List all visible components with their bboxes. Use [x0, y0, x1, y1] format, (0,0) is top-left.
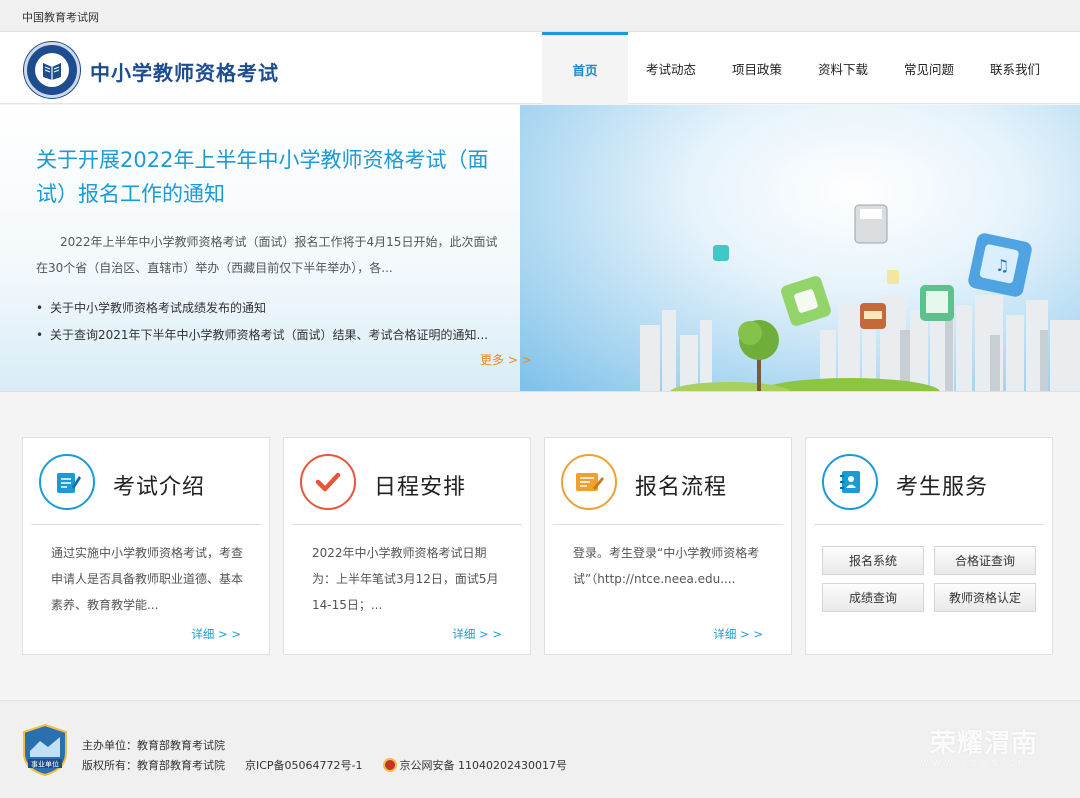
divider: [292, 524, 522, 525]
top-bar: 中国教育考试网: [0, 0, 1080, 32]
card-exam-intro: 考试介绍 通过实施中小学教师资格考试，考查申请人是否具备教师职业道德、基本素养、…: [22, 437, 270, 655]
service-buttons: 报名系统 合格证查询 成绩查询 教师资格认定: [822, 546, 1036, 612]
feature-cards: 考试介绍 通过实施中小学教师资格考试，考查申请人是否具备教师职业道德、基本素养、…: [22, 437, 1053, 655]
site-name[interactable]: 中国教育考试网: [22, 11, 99, 24]
card-registration-process: 报名流程 登录。考生登录“中小学教师资格考试”（http://ntce.neea…: [544, 437, 792, 655]
police-record-text: 京公网安备 11040202430017号: [399, 759, 567, 772]
card-icon-wrap: [39, 454, 95, 510]
footer: 事业单位 主办单位：教育部教育考试院 版权所有：教育部教育考试院 京ICP备05…: [0, 700, 1080, 798]
badge-label: 事业单位: [31, 760, 59, 769]
card-text: 登录。考生登录“中小学教师资格考试”（http://ntce.neea.edu.…: [573, 546, 760, 586]
watermark-logo: 荣耀渭南: [929, 729, 1038, 759]
logo-emblem[interactable]: [24, 42, 80, 98]
sponsor-text: 主办单位：教育部教育考试院: [82, 739, 225, 752]
checkmark-icon: [315, 472, 341, 492]
details-link[interactable]: 详细 > >: [191, 626, 241, 642]
nav-contact[interactable]: 联系我们: [972, 32, 1058, 104]
headline-summary: 2022年上半年中小学教师资格考试（面试）报名工作将于4月15日开始，此次面试在…: [36, 235, 498, 275]
divider: [814, 524, 1044, 525]
contact-book-icon: [840, 471, 860, 493]
card-icon-wrap: [822, 454, 878, 510]
document-edit-icon: [57, 473, 81, 493]
nav-downloads[interactable]: 资料下载: [800, 32, 886, 104]
card-title[interactable]: 考试介绍: [113, 469, 205, 501]
public-institution-badge-icon[interactable]: 事业单位: [22, 723, 68, 777]
details-link[interactable]: 详细 > >: [713, 626, 763, 642]
card-icon-wrap: [300, 454, 356, 510]
card-title[interactable]: 日程安排: [374, 469, 466, 501]
main-nav: 首页 考试动态 项目政策 资料下载 常见问题 联系我们: [542, 32, 1058, 104]
score-query-button[interactable]: 成绩查询: [822, 583, 924, 612]
copyright-text: 版权所有：教育部教育考试院: [82, 759, 225, 772]
headline-link[interactable]: 关于开展2022年上半年中小学教师资格考试（面试）报名工作的通知: [36, 143, 516, 211]
site-title[interactable]: 中小学教师资格考试: [90, 57, 279, 86]
registration-system-button[interactable]: 报名系统: [822, 546, 924, 575]
watermark-url: WWW.YSWN.CN: [920, 759, 1028, 768]
card-candidate-services: 考生服务 报名系统 合格证查询 成绩查询 教师资格认定: [805, 437, 1053, 655]
card-schedule: 日程安排 2022年中小学教师资格考试日期为：上半年笔试3月12日，面试5月14…: [283, 437, 531, 655]
police-record[interactable]: 京公网安备 11040202430017号: [382, 757, 567, 773]
divider: [553, 524, 783, 525]
nav-exam-news[interactable]: 考试动态: [628, 32, 714, 104]
card-text: 2022年中小学教师资格考试日期为：上半年笔试3月12日，面试5月14-15日；…: [312, 546, 499, 612]
card-title[interactable]: 考生服务: [896, 469, 988, 501]
book-icon: [43, 63, 61, 80]
form-pen-icon: [576, 473, 604, 491]
icp-link[interactable]: 京ICP备05064772号-1: [245, 757, 363, 773]
header: 中小学教师资格考试 首页 考试动态 项目政策 资料下载 常见问题 联系我们: [0, 32, 1080, 104]
divider: [31, 524, 261, 525]
svg-text:♫: ♫: [995, 256, 1009, 275]
banner: ♫ 关于开展2022年上半年中小学教师资格考试（面试）报名工作的通知 2022年…: [0, 105, 1080, 392]
footer-legal: 版权所有：教育部教育考试院 京ICP备05064772号-1 京公网安备 110…: [82, 757, 567, 773]
details-link[interactable]: 详细 > >: [452, 626, 502, 642]
card-text: 通过实施中小学教师资格考试，考查申请人是否具备教师职业道德、基本素养、教育教学能…: [51, 546, 244, 612]
card-title[interactable]: 报名流程: [635, 469, 727, 501]
card-icon-wrap: [561, 454, 617, 510]
news-item[interactable]: 关于查询2021年下半年中小学教师资格考试（面试）结果、考试合格证明的通知...: [36, 322, 488, 349]
teacher-qualification-button[interactable]: 教师资格认定: [934, 583, 1036, 612]
nav-policy[interactable]: 项目政策: [714, 32, 800, 104]
police-badge-icon: [382, 758, 397, 772]
certificate-query-button[interactable]: 合格证查询: [934, 546, 1036, 575]
nav-faq[interactable]: 常见问题: [886, 32, 972, 104]
news-item[interactable]: 关于中小学教师资格考试成绩发布的通知: [36, 295, 488, 322]
more-news-link[interactable]: 更多 > >: [480, 351, 532, 368]
nav-home[interactable]: 首页: [542, 32, 628, 104]
news-list: 关于中小学教师资格考试成绩发布的通知 关于查询2021年下半年中小学教师资格考试…: [36, 295, 488, 349]
